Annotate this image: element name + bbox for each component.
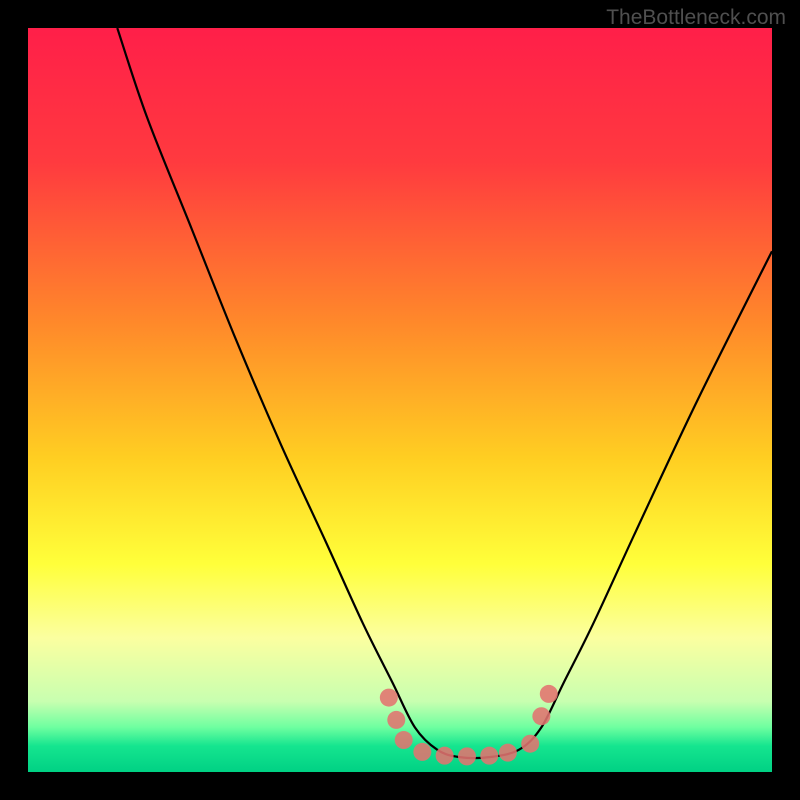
data-marker bbox=[499, 744, 517, 762]
gradient-background bbox=[28, 28, 772, 772]
data-marker bbox=[532, 707, 550, 725]
data-marker bbox=[380, 689, 398, 707]
data-marker bbox=[480, 747, 498, 765]
data-marker bbox=[458, 747, 476, 765]
chart-frame: TheBottleneck.com bbox=[0, 0, 800, 800]
plot-area bbox=[28, 28, 772, 772]
data-marker bbox=[395, 731, 413, 749]
chart-svg bbox=[28, 28, 772, 772]
data-marker bbox=[413, 743, 431, 761]
watermark-text: TheBottleneck.com bbox=[606, 6, 786, 30]
data-marker bbox=[521, 735, 539, 753]
data-marker bbox=[540, 685, 558, 703]
data-marker bbox=[387, 711, 405, 729]
data-marker bbox=[436, 747, 454, 765]
